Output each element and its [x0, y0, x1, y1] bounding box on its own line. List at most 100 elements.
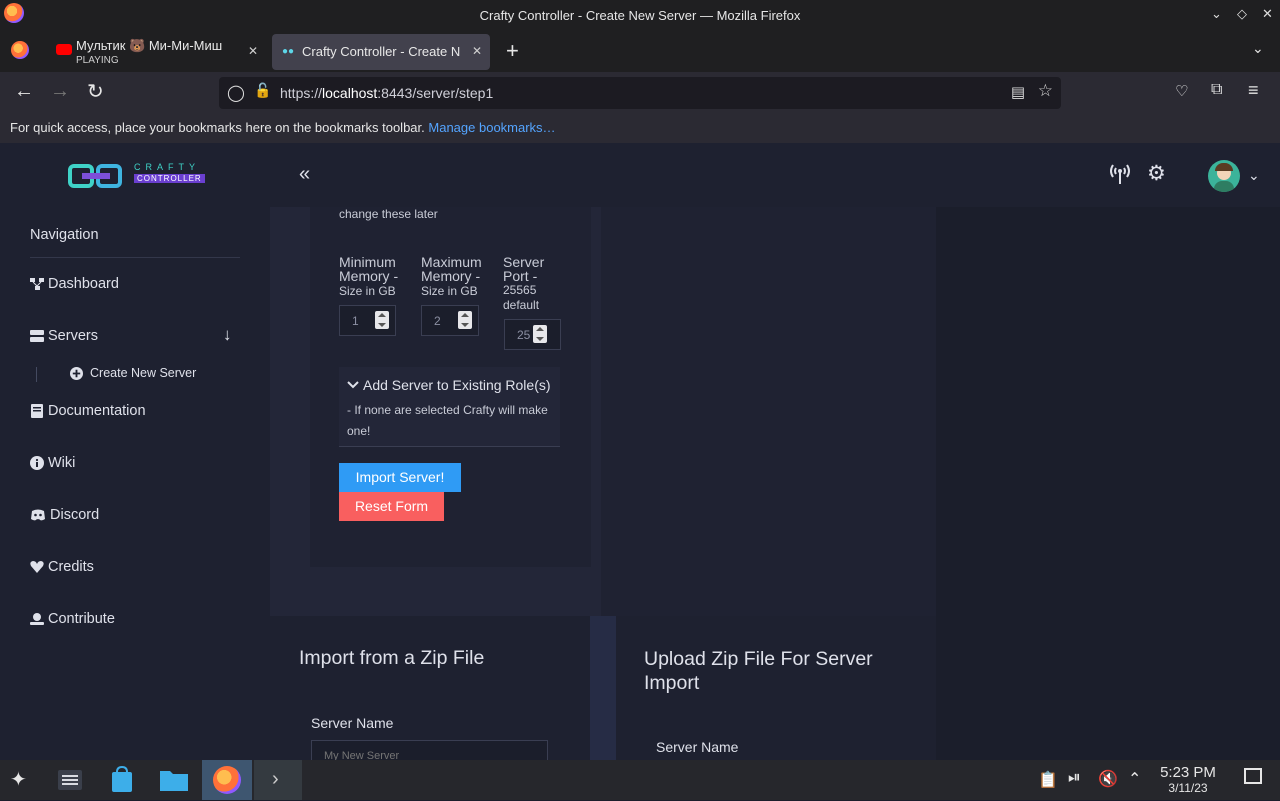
- reload-icon[interactable]: ↻: [87, 79, 104, 104]
- sidebar-item-credits[interactable]: Credits: [30, 559, 94, 575]
- tab-crafty[interactable]: ●● Crafty Controller - Create N ✕: [272, 34, 490, 70]
- taskbar: ✦ › 📋 ⏯ 🔇 ⌃ 5:23 PM 3/11/23: [0, 760, 1280, 800]
- zip-server-name-input[interactable]: [311, 740, 548, 760]
- heart-icon: [30, 561, 44, 573]
- terminal-icon[interactable]: ›: [254, 760, 302, 800]
- max-memory-label: Maximum Memory - Size in GB: [421, 254, 482, 298]
- window-title: Crafty Controller - Create New Server — …: [479, 7, 801, 23]
- reader-view-icon[interactable]: ▤: [1011, 83, 1025, 101]
- zip-import-title: Import from a Zip File: [299, 647, 485, 669]
- discord-icon: [31, 509, 45, 521]
- sidebar-item-create-new-server[interactable]: Create New Server: [70, 366, 196, 380]
- sidebar-item-servers[interactable]: Servers: [30, 328, 98, 344]
- sidebar-item-label: Wiki: [48, 455, 76, 471]
- sidebar-item-label: Credits: [48, 559, 94, 575]
- hand-holding-icon: [30, 613, 44, 625]
- zip-import-card: [270, 616, 590, 760]
- crafty-logo[interactable]: CRAFTY CONTROLLER: [68, 162, 205, 190]
- column-gutter: [590, 616, 616, 760]
- avatar[interactable]: [1208, 160, 1240, 192]
- lock-icon[interactable]: 🔓: [254, 82, 271, 99]
- minimize-icon[interactable]: ⌄: [1211, 6, 1222, 22]
- list-tabs-icon[interactable]: ⌄: [1252, 40, 1264, 57]
- forward-icon[interactable]: →: [50, 80, 70, 103]
- spinner-icon[interactable]: [533, 325, 547, 343]
- show-hidden-icon[interactable]: ⌃: [1128, 769, 1141, 789]
- sidebar-item-contribute[interactable]: Contribute: [30, 611, 115, 627]
- logo-text-bottom: CONTROLLER: [134, 174, 205, 183]
- clock-date: 3/11/23: [1168, 781, 1208, 795]
- sidebar: CRAFTY CONTROLLER Navigation Dashboard S…: [0, 143, 270, 760]
- spinner-icon[interactable]: [458, 311, 472, 329]
- app-launcher-icon[interactable]: ✦: [10, 767, 27, 792]
- url-bar[interactable]: ◯ 🔓 https://localhost:8443/server/step1 …: [219, 77, 1061, 109]
- close-tab-icon[interactable]: ✕: [472, 44, 482, 58]
- clock[interactable]: 5:23 PM 3/11/23: [1152, 764, 1224, 795]
- firefox-view-icon[interactable]: [11, 41, 29, 59]
- collapse-sidebar-icon[interactable]: «: [299, 163, 310, 186]
- sidebar-item-label: Servers: [48, 328, 98, 344]
- form-right-panel: [601, 207, 936, 616]
- min-memory-input[interactable]: 1: [339, 305, 396, 336]
- maximize-icon[interactable]: ◇: [1237, 6, 1247, 22]
- bookmarks-hint: For quick access, place your bookmarks h…: [10, 120, 425, 135]
- url-text[interactable]: https://localhost:8443/server/step1: [280, 85, 493, 101]
- manage-bookmarks-link[interactable]: Manage bookmarks…: [428, 120, 555, 135]
- back-icon[interactable]: ←: [14, 80, 34, 103]
- close-tab-icon[interactable]: ✕: [248, 44, 258, 58]
- server-port-input[interactable]: 25: [504, 319, 561, 350]
- server-port-label: Server Port - 25565 default: [503, 254, 545, 312]
- crafty-favicon-icon: ●●: [282, 46, 295, 57]
- menu-icon[interactable]: ≡: [1248, 80, 1259, 101]
- media-player-icon[interactable]: ⏯: [1068, 769, 1081, 787]
- volume-muted-icon[interactable]: 🔇: [1098, 769, 1118, 789]
- clipboard-icon[interactable]: 📋: [1038, 770, 1058, 790]
- clock-time: 5:23 PM: [1160, 764, 1216, 781]
- firefox-taskbar-icon[interactable]: [202, 760, 252, 800]
- sitemap-icon: [30, 278, 44, 290]
- spinner-icon[interactable]: [375, 311, 389, 329]
- top-header: « ⚙ ⌄: [270, 143, 1280, 207]
- sidebar-item-documentation[interactable]: Documentation: [30, 403, 146, 419]
- pocket-icon[interactable]: ♡: [1175, 82, 1188, 100]
- youtube-icon: [56, 44, 72, 55]
- roles-title: Add Server to Existing Role(s): [363, 377, 551, 393]
- extensions-icon[interactable]: ⧉: [1211, 81, 1222, 99]
- logo-text-top: CRAFTY: [134, 162, 200, 172]
- roles-toggle[interactable]: Add Server to Existing Role(s): [347, 377, 551, 393]
- import-server-button[interactable]: Import Server!: [339, 463, 461, 492]
- arrow-down-icon[interactable]: ↓: [223, 325, 232, 345]
- file-manager-icon[interactable]: [152, 764, 196, 796]
- bookmark-star-icon[interactable]: ☆: [1038, 81, 1053, 101]
- max-memory-input[interactable]: 2: [421, 305, 479, 336]
- tab-youtube[interactable]: Мультик 🐻 Ми-Ми-Миш PLAYING ✕: [44, 34, 266, 70]
- sidebar-item-label: Create New Server: [90, 366, 197, 380]
- discover-store-icon[interactable]: [100, 764, 144, 796]
- tab-bar: Мультик 🐻 Ми-Ми-Миш PLAYING ✕ ●● Crafty …: [0, 30, 1280, 72]
- navigation-toolbar: ← → ↻ ◯ 🔓 https://localhost:8443/server/…: [0, 72, 1280, 114]
- navigation-heading: Navigation: [30, 227, 99, 243]
- roles-note: - If none are selected Crafty will make …: [347, 403, 548, 438]
- task-manager-icon[interactable]: [48, 764, 92, 796]
- reset-form-button[interactable]: Reset Form: [339, 492, 444, 521]
- info-circle-icon: [30, 456, 44, 470]
- tab-title: Мультик 🐻 Ми-Ми-Миш: [76, 38, 223, 53]
- show-desktop-icon[interactable]: [1244, 768, 1262, 784]
- chevron-down-icon[interactable]: ⌄: [1248, 167, 1260, 184]
- server-icon: [30, 330, 44, 342]
- subnav-line: [36, 367, 37, 382]
- new-tab-icon[interactable]: +: [506, 38, 519, 64]
- wifi-signal-icon[interactable]: [1108, 163, 1132, 185]
- form-note: change these later: [339, 207, 438, 221]
- close-window-icon[interactable]: ✕: [1262, 6, 1273, 22]
- server-port-value: 25: [517, 328, 531, 342]
- sidebar-item-discord[interactable]: Discord: [30, 507, 99, 523]
- zip-server-name-label: Server Name: [311, 715, 394, 731]
- crafty-logo-icon: [68, 164, 122, 188]
- min-memory-label: Minimum Memory - Size in GB: [339, 254, 399, 298]
- sidebar-item-wiki[interactable]: Wiki: [30, 455, 75, 471]
- shield-icon[interactable]: ◯: [227, 83, 245, 103]
- settings-gears-icon[interactable]: ⚙: [1147, 161, 1166, 186]
- sidebar-item-label: Dashboard: [48, 276, 119, 292]
- sidebar-item-dashboard[interactable]: Dashboard: [30, 276, 119, 292]
